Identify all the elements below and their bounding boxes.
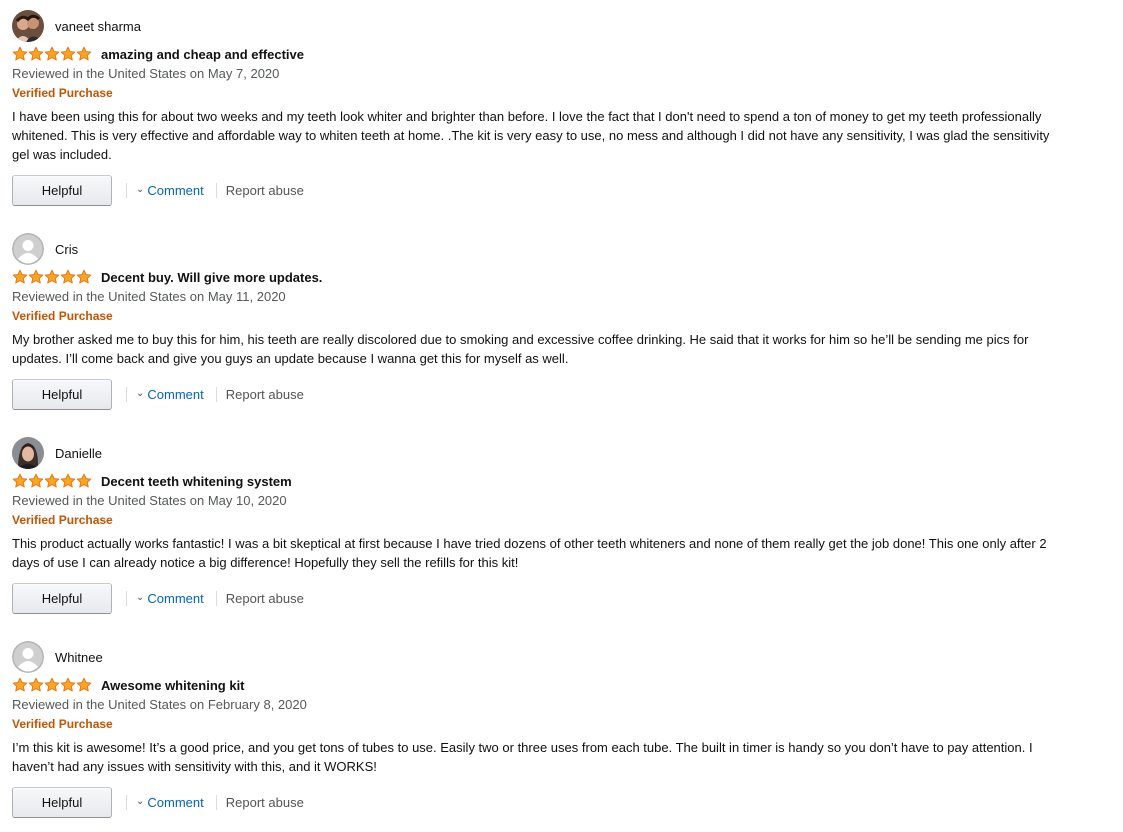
star-icon (12, 46, 28, 61)
reviewer-avatar[interactable] (12, 641, 44, 673)
verified-purchase-badge[interactable]: Verified Purchase (12, 510, 1072, 530)
review-card: Cris Decent buy. Will give more updates.… (12, 233, 1072, 410)
star-icon (76, 269, 92, 284)
star-icon (60, 473, 76, 488)
review-card: Whitnee Awesome whitening kit Reviewed i… (12, 641, 1072, 818)
helpful-button[interactable]: Helpful (12, 379, 112, 410)
chevron-down-icon: ⌄ (136, 592, 145, 603)
helpful-button[interactable]: Helpful (12, 175, 112, 206)
review-title[interactable]: Decent buy. Will give more updates. (101, 270, 322, 285)
comment-link[interactable]: ⌄ Comment (136, 591, 204, 606)
star-icon (60, 269, 76, 284)
review-date: Reviewed in the United States on Februar… (12, 697, 307, 712)
comment-link[interactable]: ⌄ Comment (136, 183, 204, 198)
review-date: Reviewed in the United States on May 10,… (12, 493, 287, 508)
star-icon (44, 473, 60, 488)
report-abuse-link[interactable]: Report abuse (226, 387, 304, 402)
star-icon (28, 473, 44, 488)
default-avatar-icon (12, 233, 44, 265)
star-icon (44, 269, 60, 284)
divider (215, 183, 217, 198)
star-icon (76, 46, 92, 61)
chevron-down-icon: ⌄ (136, 796, 145, 807)
divider (126, 795, 127, 810)
divider (215, 591, 217, 606)
chevron-down-icon: ⌄ (136, 184, 145, 195)
star-icon (28, 677, 44, 692)
review-body: I have been using this for about two wee… (12, 109, 1050, 162)
review-body: This product actually works fantastic! I… (12, 536, 1047, 570)
divider (126, 387, 127, 402)
review-card: Danielle Decent teeth whitening system R… (12, 437, 1072, 614)
report-abuse-link[interactable]: Report abuse (226, 591, 304, 606)
star-icon (12, 473, 28, 488)
star-rating[interactable] (12, 473, 92, 489)
review-title[interactable]: Awesome whitening kit (101, 678, 245, 693)
reviewer-profile[interactable]: Whitnee (12, 641, 1072, 673)
reviewer-avatar[interactable] (12, 233, 44, 265)
review-title[interactable]: amazing and cheap and effective (101, 47, 304, 62)
divider (215, 387, 217, 402)
review-body: I’m this kit is awesome! It’s a good pri… (12, 740, 1033, 774)
star-icon (60, 46, 76, 61)
comment-link[interactable]: ⌄ Comment (136, 795, 204, 810)
review-date: Reviewed in the United States on May 7, … (12, 66, 280, 81)
divider (126, 183, 127, 198)
avatar-photo-icon (12, 437, 44, 469)
star-icon (44, 46, 60, 61)
report-abuse-link[interactable]: Report abuse (226, 183, 304, 198)
star-rating[interactable] (12, 677, 92, 693)
comment-label: Comment (147, 591, 204, 606)
helpful-button[interactable]: Helpful (12, 583, 112, 614)
star-icon (12, 269, 28, 284)
divider (215, 795, 217, 810)
avatar-photo-icon (12, 10, 44, 42)
reviewer-name[interactable]: vaneet sharma (55, 19, 141, 34)
default-avatar-icon (12, 641, 44, 673)
verified-purchase-badge[interactable]: Verified Purchase (12, 714, 1072, 734)
star-icon (76, 677, 92, 692)
review-title[interactable]: Decent teeth whitening system (101, 474, 292, 489)
review-date: Reviewed in the United States on May 11,… (12, 289, 286, 304)
star-icon (44, 677, 60, 692)
reviewer-name[interactable]: Whitnee (55, 650, 103, 665)
star-rating[interactable] (12, 269, 92, 285)
report-abuse-link[interactable]: Report abuse (226, 795, 304, 810)
reviewer-name[interactable]: Danielle (55, 446, 102, 461)
star-icon (60, 677, 76, 692)
star-icon (76, 473, 92, 488)
review-card: vaneet sharma amazing and cheap and effe… (12, 10, 1072, 206)
reviewer-profile[interactable]: vaneet sharma (12, 10, 1072, 42)
reviewer-name[interactable]: Cris (55, 242, 78, 257)
verified-purchase-badge[interactable]: Verified Purchase (12, 306, 1072, 326)
reviewer-avatar[interactable] (12, 10, 44, 42)
review-body: My brother asked me to buy this for him,… (12, 332, 1029, 366)
divider (126, 591, 127, 606)
helpful-button[interactable]: Helpful (12, 787, 112, 818)
star-icon (28, 46, 44, 61)
comment-label: Comment (147, 795, 204, 810)
reviewer-profile[interactable]: Danielle (12, 437, 1072, 469)
reviewer-profile[interactable]: Cris (12, 233, 1072, 265)
star-rating[interactable] (12, 46, 92, 62)
chevron-down-icon: ⌄ (136, 388, 145, 399)
comment-label: Comment (147, 183, 204, 198)
reviewer-avatar[interactable] (12, 437, 44, 469)
verified-purchase-badge[interactable]: Verified Purchase (12, 83, 1072, 103)
comment-link[interactable]: ⌄ Comment (136, 387, 204, 402)
star-icon (12, 677, 28, 692)
comment-label: Comment (147, 387, 204, 402)
star-icon (28, 269, 44, 284)
